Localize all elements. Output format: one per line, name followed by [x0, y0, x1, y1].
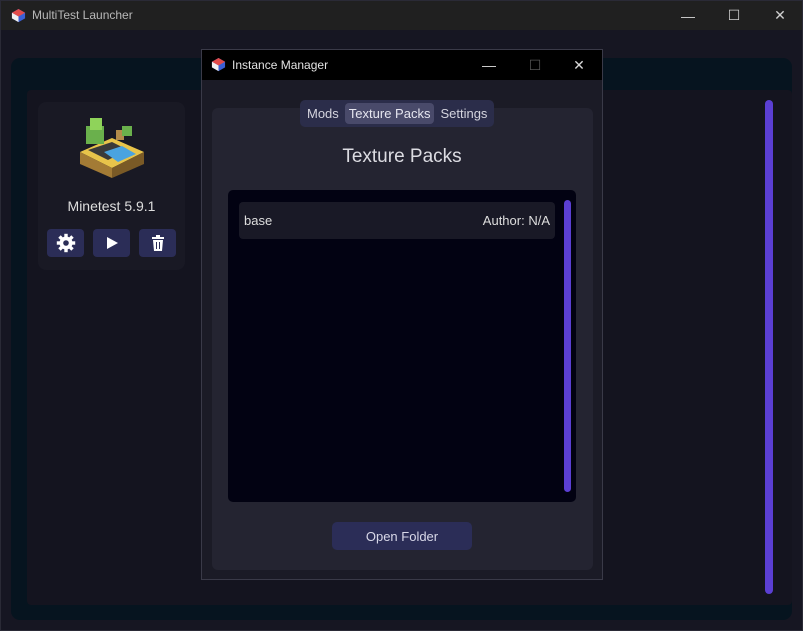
close-icon: ✕: [774, 7, 786, 23]
window-title: MultiTest Launcher: [32, 8, 133, 22]
maximize-button[interactable]: ☐: [711, 1, 757, 30]
pack-author: Author: N/A: [482, 213, 550, 228]
tab-bar: Mods Texture Packs Settings: [300, 100, 495, 127]
minetest-logo-icon: [80, 118, 144, 178]
page-title: Texture Packs: [342, 146, 462, 167]
main-scrollbar[interactable]: [765, 100, 773, 594]
minimize-icon: —: [681, 7, 695, 24]
tab-mods[interactable]: Mods: [303, 103, 343, 124]
play-button[interactable]: [93, 229, 130, 257]
list-item[interactable]: base Author: N/A: [239, 202, 555, 239]
pack-name: base: [244, 213, 273, 228]
instance-manager-dialog: Instance Manager — ☐ ✕ Mods Texture Pack…: [201, 49, 603, 580]
maximize-icon: ☐: [528, 56, 542, 73]
instance-settings-button[interactable]: [47, 229, 84, 257]
open-folder-button[interactable]: Open Folder: [332, 522, 472, 550]
tab-settings[interactable]: Settings: [436, 103, 491, 124]
play-icon: [106, 237, 118, 249]
main-titlebar: MultiTest Launcher — ☐ ✕: [1, 1, 802, 30]
instance-name: Minetest 5.9.1: [67, 198, 156, 214]
delete-instance-button[interactable]: [139, 229, 176, 257]
tab-texture-packs[interactable]: Texture Packs: [344, 103, 435, 124]
dialog-close-button[interactable]: ✕: [556, 50, 602, 80]
dialog-maximize-button[interactable]: ☐: [512, 50, 558, 80]
instance-card: Minetest 5.9.1: [38, 102, 185, 270]
app-icon: [11, 8, 26, 23]
texture-pack-list: base Author: N/A: [228, 190, 576, 502]
gear-icon: [56, 233, 75, 253]
maximize-icon: ☐: [727, 7, 741, 23]
trash-icon: [151, 235, 164, 251]
list-scrollbar[interactable]: [564, 200, 571, 492]
dialog-titlebar: Instance Manager — ☐ ✕: [202, 50, 602, 80]
close-button[interactable]: ✕: [757, 1, 803, 30]
app-icon: [211, 57, 226, 72]
close-icon: ✕: [573, 56, 585, 73]
minimize-icon: —: [482, 57, 496, 73]
dialog-minimize-button[interactable]: —: [466, 50, 512, 80]
minimize-button[interactable]: —: [665, 1, 711, 30]
dialog-title: Instance Manager: [232, 58, 329, 72]
